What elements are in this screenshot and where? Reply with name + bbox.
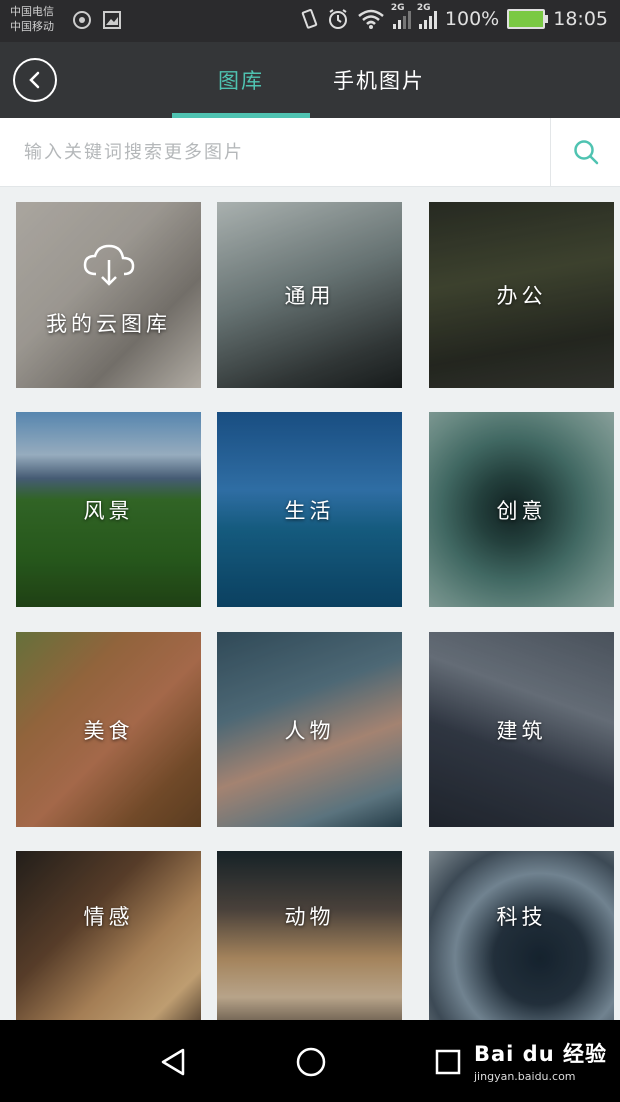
category-tile-food[interactable]: 美食 bbox=[16, 632, 201, 827]
category-tile-scenery[interactable]: 风景 bbox=[16, 412, 201, 607]
category-label: 生活 bbox=[284, 498, 335, 523]
category-label: 创意 bbox=[496, 498, 547, 523]
baidu-jingyan-watermark: Bai du 经验 jingyan.baidu.com bbox=[474, 1038, 607, 1083]
battery-charging-icon bbox=[507, 9, 549, 29]
hotspot-icon bbox=[73, 11, 91, 29]
category-label: 情感 bbox=[83, 905, 134, 929]
watermark-url: jingyan.baidu.com bbox=[474, 1070, 576, 1083]
system-nav-bar: Bai du 经验 jingyan.baidu.com bbox=[0, 1020, 620, 1102]
signal-icon: 2G bbox=[417, 3, 437, 29]
category-label: 人物 bbox=[284, 718, 335, 743]
back-button[interactable] bbox=[13, 58, 57, 102]
chevron-left-icon bbox=[29, 71, 40, 89]
category-label: 科技 bbox=[496, 905, 547, 929]
category-label: 办公 bbox=[496, 284, 547, 308]
network-type-2: 2G bbox=[416, 3, 431, 13]
category-grid: 我的云图库 通用 办公 风景 生活 创意 美食 人物 建筑 情感 动物 科技 bbox=[0, 186, 620, 1020]
search-icon bbox=[573, 140, 598, 165]
search-input[interactable] bbox=[24, 118, 544, 186]
category-label: 建筑 bbox=[496, 718, 547, 743]
top-bar: 图库 手机图片 bbox=[0, 42, 620, 118]
status-right: 2G 2G 100% 18:05 bbox=[299, 3, 608, 30]
nav-recents-button[interactable] bbox=[426, 1040, 470, 1084]
battery-percent: 100% bbox=[444, 8, 500, 30]
watermark-logo: Bai du 经验 bbox=[474, 1042, 607, 1066]
category-tile-architecture[interactable]: 建筑 bbox=[429, 632, 614, 827]
tab-phone-pictures[interactable]: 手机图片 bbox=[316, 42, 442, 118]
category-tile-people[interactable]: 人物 bbox=[217, 632, 402, 827]
home-circle-icon bbox=[296, 1047, 326, 1077]
category-label: 通用 bbox=[284, 284, 335, 308]
alarm-icon bbox=[328, 9, 347, 29]
category-tile-office[interactable]: 办公 bbox=[429, 202, 614, 388]
search-bar bbox=[0, 118, 620, 187]
vibrate-icon bbox=[301, 9, 318, 29]
signal-icon: 2G bbox=[391, 3, 411, 29]
cloud-download-icon bbox=[83, 244, 135, 286]
clock: 18:05 bbox=[553, 8, 608, 30]
tab-gallery[interactable]: 图库 bbox=[172, 42, 310, 118]
category-tile-general[interactable]: 通用 bbox=[217, 202, 402, 388]
category-tile-creative[interactable]: 创意 bbox=[429, 412, 614, 607]
category-label: 风景 bbox=[83, 498, 134, 523]
nav-home-button[interactable] bbox=[289, 1040, 333, 1084]
carrier-info: 中国电信 中国移动 bbox=[10, 4, 54, 34]
carrier-1: 中国电信 bbox=[10, 5, 54, 18]
wifi-icon bbox=[358, 9, 384, 29]
network-type-1: 2G bbox=[390, 3, 405, 13]
carrier-2: 中国移动 bbox=[10, 20, 54, 33]
image-icon bbox=[103, 11, 121, 29]
back-triangle-icon bbox=[161, 1048, 185, 1076]
recents-square-icon bbox=[435, 1049, 461, 1075]
status-bar: 中国电信 中国移动 2G 2G 100% 18:05 bbox=[0, 0, 620, 42]
category-tile-technology[interactable]: 科技 bbox=[429, 851, 614, 1020]
category-label: 美食 bbox=[83, 718, 134, 743]
category-tile-animals[interactable]: 动物 bbox=[217, 851, 402, 1020]
category-tile-my-cloud[interactable]: 我的云图库 bbox=[16, 202, 201, 388]
category-tile-emotion[interactable]: 情感 bbox=[16, 851, 201, 1020]
category-label: 动物 bbox=[284, 905, 335, 929]
category-label: 我的云图库 bbox=[46, 312, 171, 336]
search-button[interactable] bbox=[551, 118, 620, 186]
nav-back-button[interactable] bbox=[151, 1040, 195, 1084]
category-tile-life[interactable]: 生活 bbox=[217, 412, 402, 607]
